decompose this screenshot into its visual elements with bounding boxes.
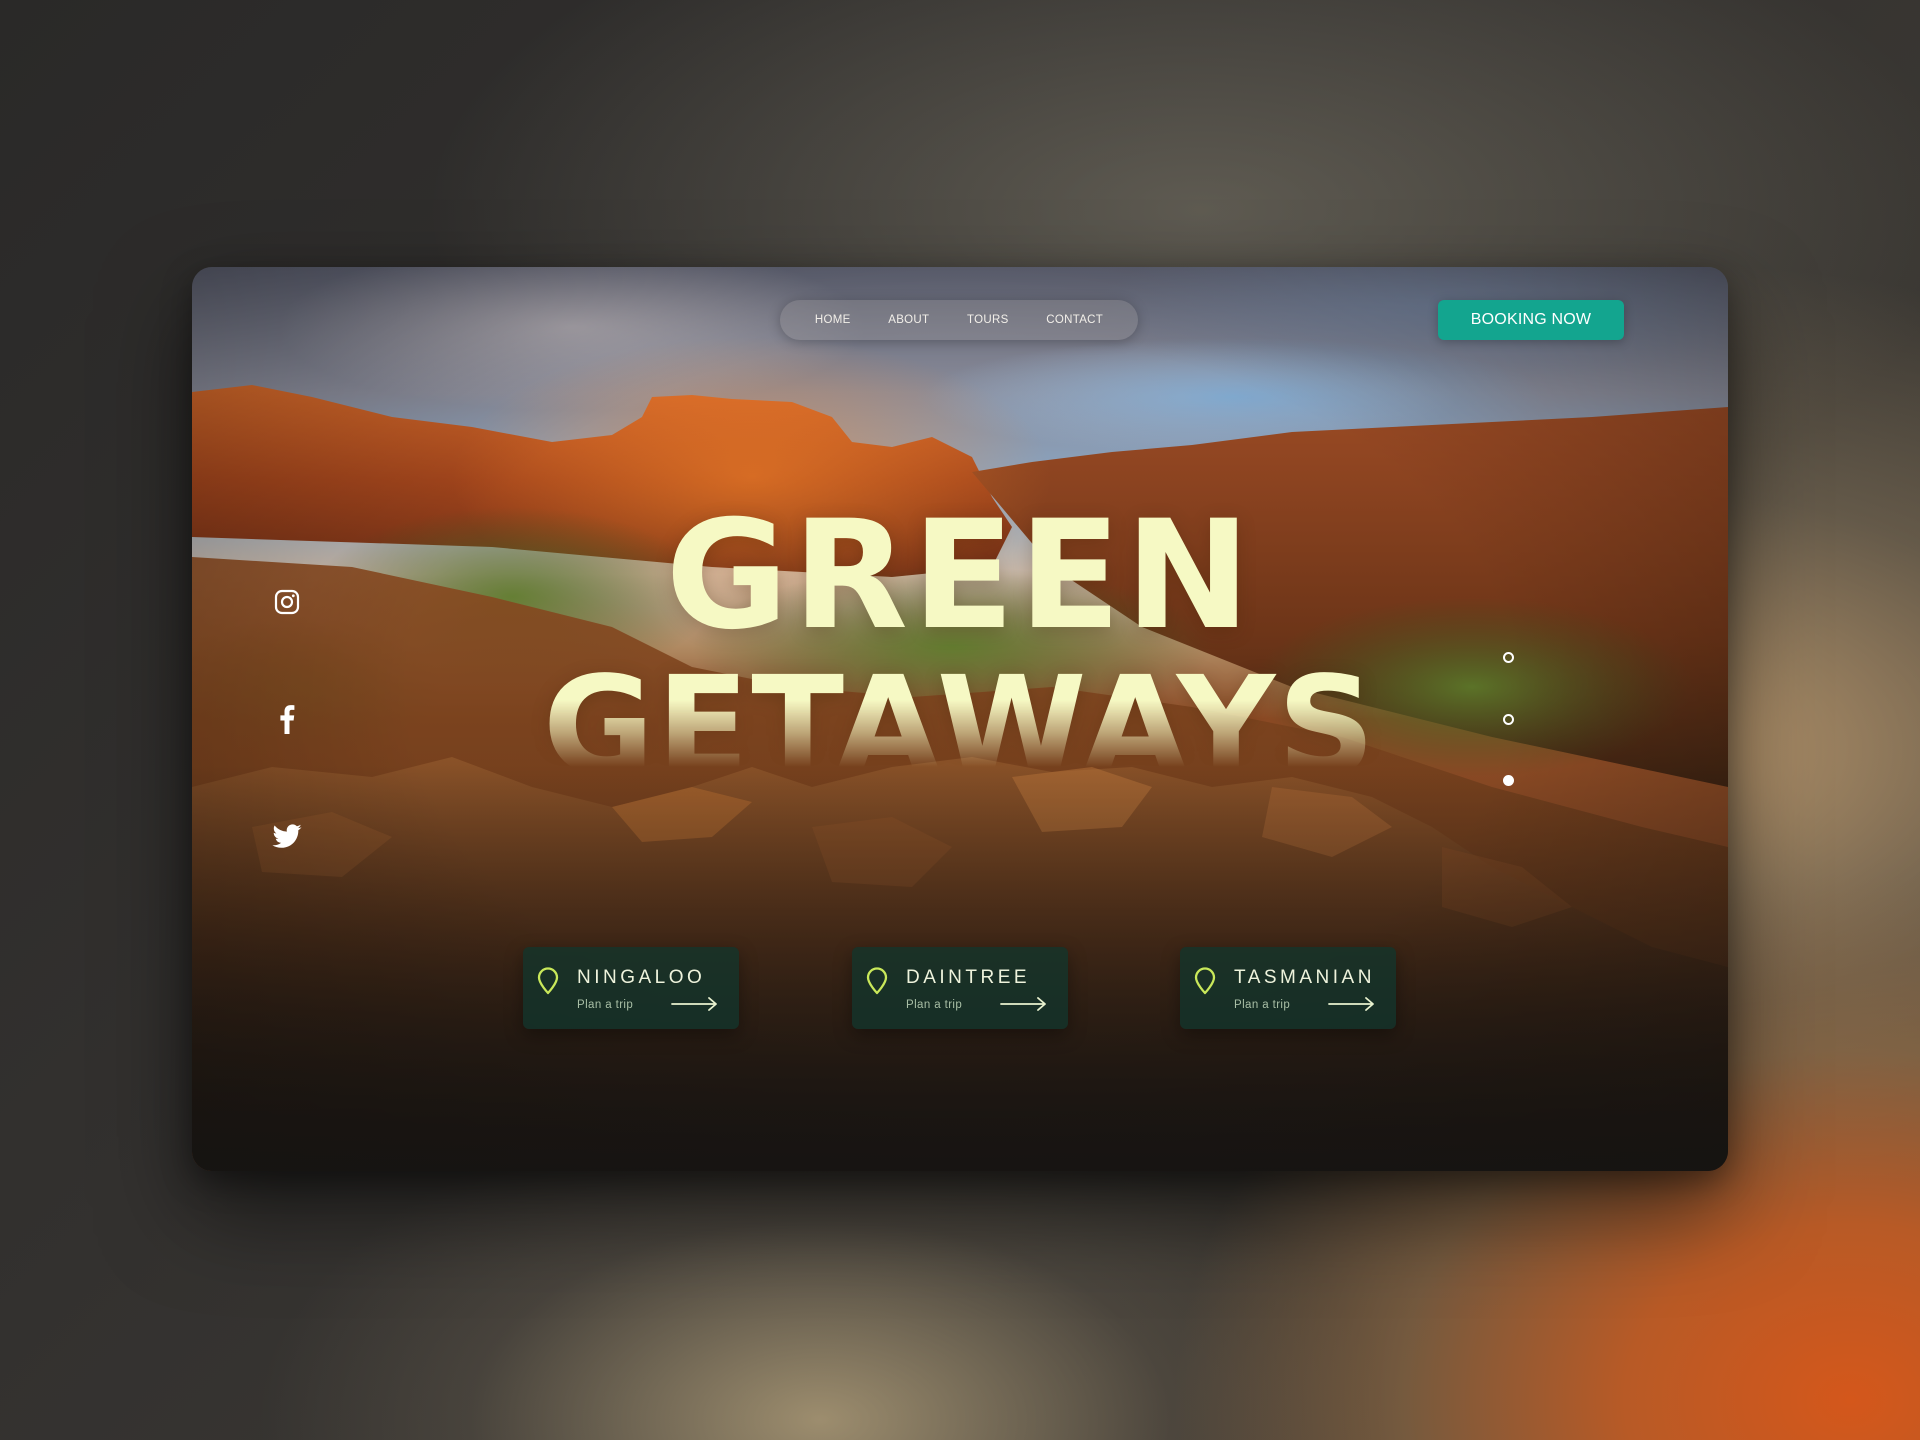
plan-trip-label: Plan a trip xyxy=(906,999,963,1011)
hero-title-line1: GREEN xyxy=(665,489,1255,663)
destination-card-ningaloo[interactable]: NINGALOO Plan a trip xyxy=(523,947,739,1029)
destination-card-daintree[interactable]: DAINTREE Plan a trip xyxy=(852,947,1068,1029)
destination-name: NINGALOO xyxy=(577,967,706,988)
location-pin-icon xyxy=(537,967,559,995)
destination-name: TASMANIAN xyxy=(1234,967,1375,988)
slide-dot-3-active[interactable] xyxy=(1503,775,1514,786)
destination-name: DAINTREE xyxy=(906,967,1031,988)
location-pin-icon xyxy=(866,967,888,995)
twitter-icon[interactable] xyxy=(272,822,302,852)
arrow-right-icon xyxy=(671,997,717,1011)
plan-trip-label: Plan a trip xyxy=(1234,999,1291,1011)
nav-tours[interactable]: TOURS xyxy=(967,314,1009,326)
nav-contact[interactable]: CONTACT xyxy=(1046,314,1103,326)
nav-about[interactable]: ABOUT xyxy=(888,314,929,326)
arrow-right-icon xyxy=(1000,997,1046,1011)
destination-card-tasmanian[interactable]: TASMANIAN Plan a trip xyxy=(1180,947,1396,1029)
location-pin-icon xyxy=(1194,967,1216,995)
booking-now-button[interactable]: BOOKING NOW xyxy=(1438,300,1624,340)
plan-trip-label: Plan a trip xyxy=(577,999,634,1011)
top-nav: HOME ABOUT TOURS CONTACT xyxy=(780,300,1138,340)
hero-title-line2: GETAWAYS xyxy=(542,659,1378,767)
nav-home[interactable]: HOME xyxy=(815,314,851,326)
arrow-right-icon xyxy=(1328,997,1374,1011)
hero-card: HOME ABOUT TOURS CONTACT BOOKING NOW GRE… xyxy=(192,267,1728,1171)
